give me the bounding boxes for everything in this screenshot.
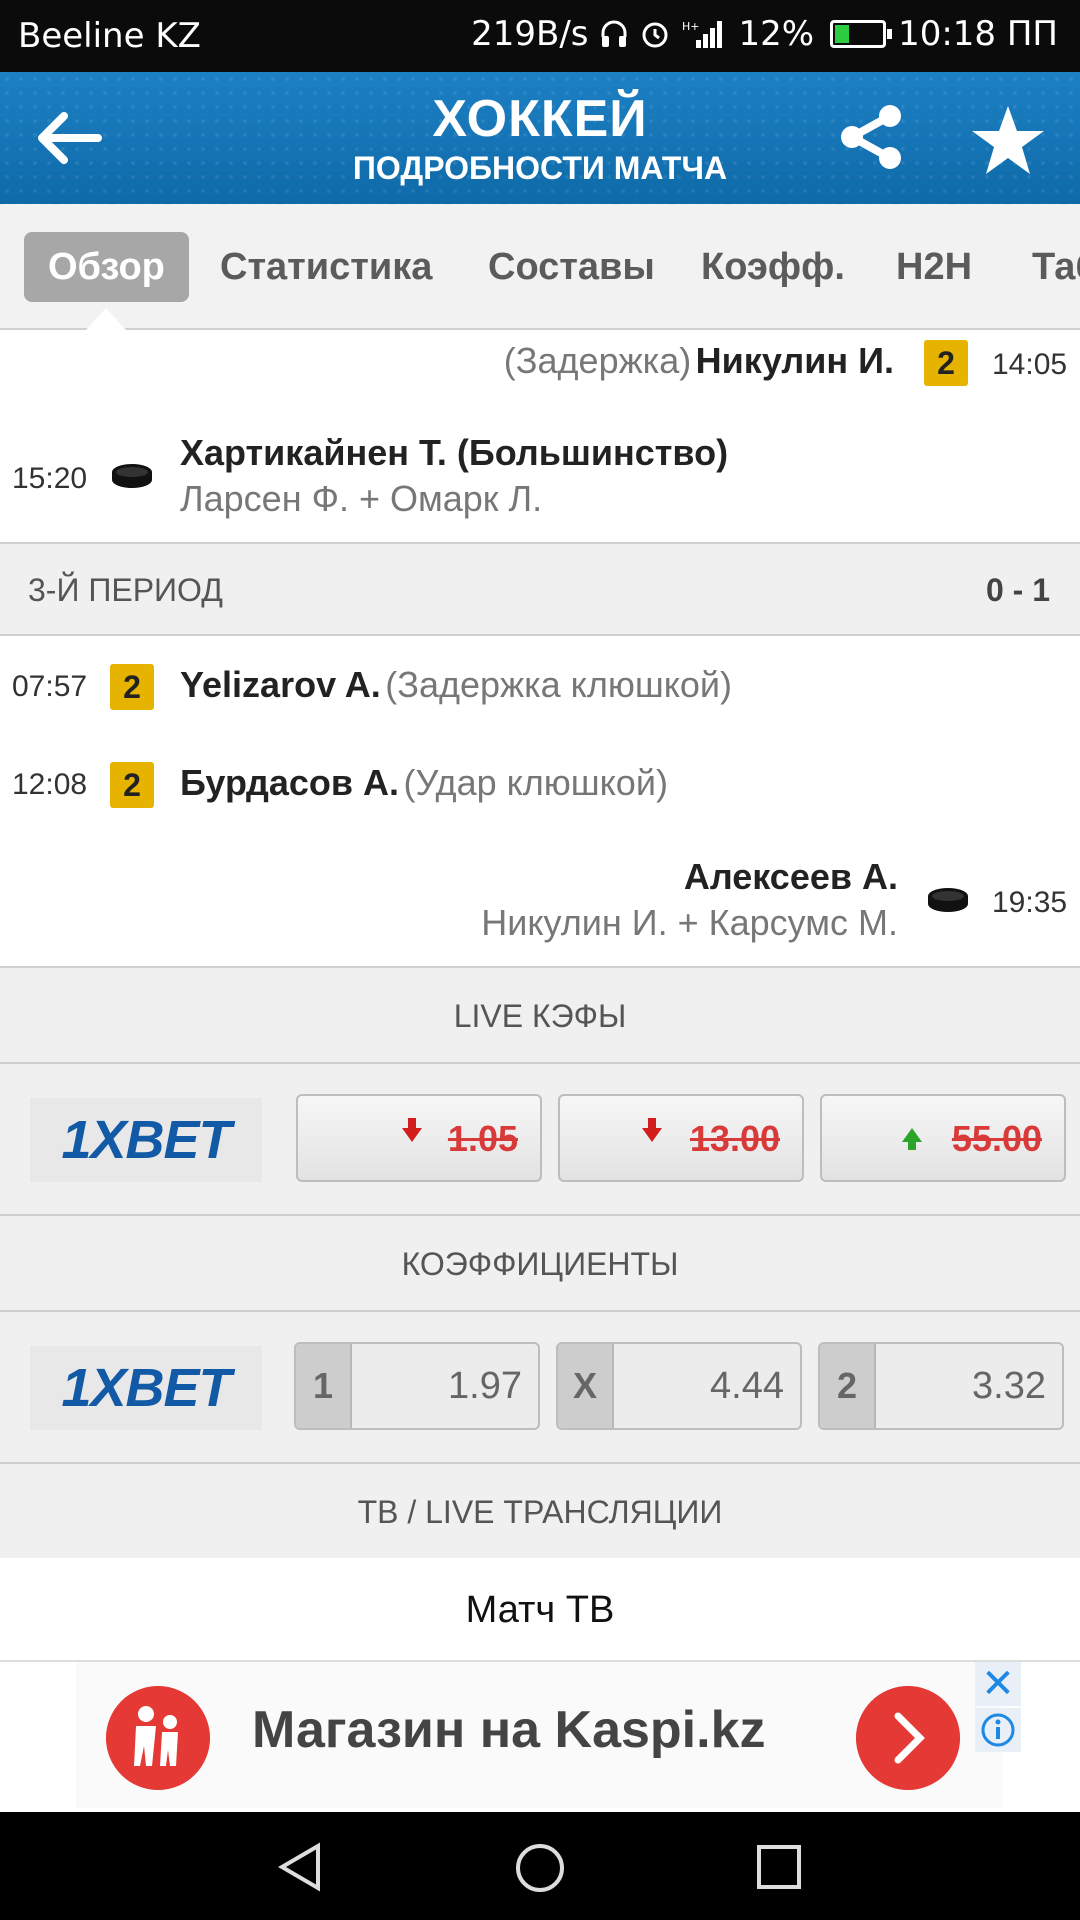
- clock: 10:18 ПП: [898, 14, 1058, 54]
- carrier-name: Beeline KZ: [18, 16, 201, 56]
- tab-statistics[interactable]: Статистика: [196, 232, 456, 302]
- penalty-reason: (Удар клюшкой): [403, 762, 668, 803]
- puck-icon: [928, 888, 968, 912]
- battery-icon: [830, 20, 893, 48]
- tab-table[interactable]: Таб: [1008, 232, 1080, 302]
- bookmaker-name: 1XBET: [61, 1358, 231, 1418]
- tv-channel[interactable]: Матч ТВ: [0, 1558, 1080, 1662]
- event-time: 19:35: [992, 886, 1068, 919]
- page-title: ХОККЕЙ ПОДРОБНОСТИ МАТЧА: [0, 90, 1080, 188]
- event-row: 07:57 2 Yelizarov A. (Задержка клюшкой): [0, 660, 1080, 716]
- puck-icon: [112, 464, 152, 488]
- player-name: Бурдасов А.: [180, 762, 400, 803]
- tv-header: ТВ / LIVE ТРАНСЛЯЦИИ: [0, 1462, 1080, 1560]
- share-icon[interactable]: [838, 102, 908, 172]
- period-header: 3-Й ПЕРИОД 0 - 1: [0, 542, 1080, 636]
- period-score: 0 - 1: [985, 572, 1050, 608]
- live-odds-row: 1XBET 1.05 13.00 55.00: [0, 1064, 1080, 1216]
- page-subtitle: ПОДРОБНОСТИ МАТЧА: [352, 150, 728, 186]
- event-time: 14:05: [992, 348, 1068, 381]
- tab-lineups[interactable]: Составы: [464, 232, 679, 302]
- penalty-reason: (Задержка клюшкой): [385, 664, 732, 705]
- tab-overview[interactable]: Обзор: [24, 232, 189, 302]
- odd-value: 55.00: [951, 1118, 1042, 1159]
- section-title: КОЭФФИЦИЕНТЫ: [401, 1246, 679, 1282]
- event-row: 15:20 Хартикайнен Т. (Большинство) Ларсе…: [0, 428, 1080, 528]
- odd-value: 1.97: [448, 1365, 522, 1407]
- battery-percent: 12%: [738, 14, 815, 54]
- tab-h2h[interactable]: H2H: [872, 232, 996, 302]
- assists: Ларсен Ф. + Омарк Л.: [180, 478, 543, 519]
- odd-key: 1: [296, 1344, 352, 1428]
- network-speed: 219B/s: [471, 14, 589, 54]
- odd-value: 13.00: [689, 1118, 780, 1159]
- active-tab-pointer: [86, 308, 126, 330]
- scorer-name: Алексеев А.: [683, 856, 898, 897]
- penalty-card: 2: [110, 664, 154, 710]
- chevron-right-icon[interactable]: [856, 1686, 960, 1790]
- recents-square-icon[interactable]: [756, 1844, 802, 1890]
- odds-header: КОЭФФИЦИЕНТЫ: [0, 1214, 1080, 1312]
- odd-away-button[interactable]: 2 3.32: [818, 1342, 1064, 1430]
- signal-icon: H+: [682, 20, 723, 48]
- live-odds-header: LIVE КЭФЫ: [0, 966, 1080, 1064]
- back-triangle-icon[interactable]: [276, 1842, 324, 1892]
- event-time: 15:20: [12, 462, 88, 495]
- live-odd-home[interactable]: 1.05: [296, 1094, 542, 1182]
- assists: Никулин И. + Карсумс М.: [481, 902, 898, 943]
- arrow-down-icon: [402, 1118, 422, 1142]
- favorite-star-icon[interactable]: [970, 102, 1046, 178]
- home-circle-icon[interactable]: [514, 1842, 566, 1894]
- bookmaker-name: 1XBET: [61, 1110, 231, 1170]
- bookmaker-logo[interactable]: 1XBET: [30, 1346, 262, 1430]
- penalty-reason: (Задержка): [503, 340, 692, 381]
- odd-key: X: [558, 1344, 614, 1428]
- period-label: 3-Й ПЕРИОД: [28, 572, 223, 608]
- odd-value: 1.05: [447, 1118, 518, 1159]
- ad-text: Магазин на Kaspi.kz: [252, 1701, 766, 1759]
- penalty-card: 2: [110, 762, 154, 808]
- event-row: (Задержка) Никулин И. 2 14:05: [0, 336, 1080, 388]
- player-name: Никулин И.: [695, 340, 894, 381]
- section-title: LIVE КЭФЫ: [453, 998, 627, 1034]
- live-odd-away[interactable]: 55.00: [820, 1094, 1066, 1182]
- tab-odds[interactable]: Коэфф.: [677, 232, 869, 302]
- status-bar: Beeline KZ 219B/s H+ 12% 10:18 ПП: [0, 0, 1080, 72]
- arrow-down-icon: [642, 1118, 662, 1142]
- odd-key: 2: [820, 1344, 876, 1428]
- live-odd-draw[interactable]: 13.00: [558, 1094, 804, 1182]
- penalty-card: 2: [924, 340, 968, 386]
- odd-draw-button[interactable]: X 4.44: [556, 1342, 802, 1430]
- headphones-icon: [601, 20, 627, 47]
- event-row: 12:08 2 Бурдасов А. (Удар клюшкой): [0, 758, 1080, 814]
- tab-bar: Обзор Статистика Составы Коэфф. H2H Таб: [0, 204, 1080, 330]
- scorer-name: Хартикайнен Т. (Большинство): [180, 432, 729, 473]
- odds-row: 1XBET 1 1.97 X 4.44 2 3.32: [0, 1312, 1080, 1464]
- event-time: 12:08: [12, 768, 88, 801]
- status-icons: 219B/s H+ 12% 10:18 ПП: [471, 14, 1058, 54]
- app-bar: ХОККЕЙ ПОДРОБНОСТИ МАТЧА: [0, 72, 1080, 204]
- alarm-icon: [642, 22, 668, 48]
- ad-banner[interactable]: Магазин на Kaspi.kz ✕: [60, 1662, 1022, 1810]
- odd-home-button[interactable]: 1 1.97: [294, 1342, 540, 1430]
- event-row: Алексеев А. Никулин И. + Карсумс М. 19:3…: [0, 852, 1080, 952]
- section-title: ТВ / LIVE ТРАНСЛЯЦИИ: [357, 1494, 723, 1530]
- svg-text:H+: H+: [682, 20, 700, 33]
- kaspi-logo-icon: [106, 1686, 210, 1790]
- sport-title: ХОККЕЙ: [432, 90, 648, 148]
- arrow-up-icon: [902, 1128, 922, 1150]
- bookmaker-logo[interactable]: 1XBET: [30, 1098, 262, 1182]
- player-name: Yelizarov A.: [180, 664, 381, 705]
- info-icon[interactable]: [975, 1708, 1021, 1752]
- odd-value: 3.32: [972, 1365, 1046, 1407]
- close-icon[interactable]: ✕: [975, 1662, 1021, 1706]
- event-time: 07:57: [12, 670, 88, 703]
- match-details-screen: Beeline KZ 219B/s H+ 12% 10:18 ПП ХОККЕЙ…: [0, 0, 1080, 1920]
- odd-value: 4.44: [710, 1365, 784, 1407]
- system-nav-bar: [0, 1812, 1080, 1920]
